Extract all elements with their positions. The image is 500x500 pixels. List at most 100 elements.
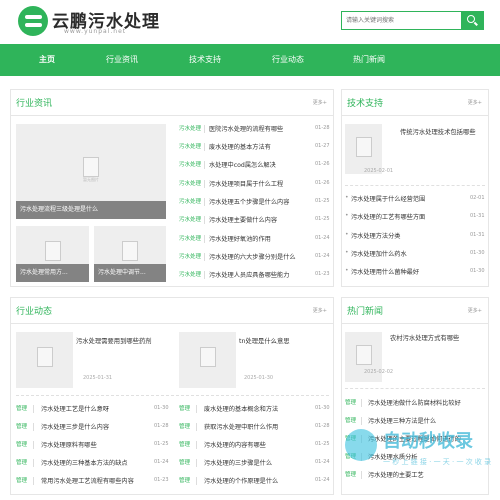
watermark-subtitle: 一 秒 上 链 接 · 一 天 · 一 次 收 录 (383, 458, 492, 466)
image-caption[interactable]: 污水处理流程三级处理是什么 (16, 201, 166, 219)
list-item-title[interactable]: 污水处理的工艺有哪些方面 (351, 212, 461, 221)
list-item-title[interactable]: 污水处理方法分类 (351, 231, 461, 240)
category-tag[interactable]: 污水处理 (179, 124, 201, 132)
list-item-title[interactable]: 污水处理项目属于什么工程 (209, 179, 314, 188)
category-tag[interactable]: 管理 (345, 416, 356, 424)
site-logo[interactable]: 云鹏污水处理 www.yunpal.net (18, 6, 159, 38)
list-item-title[interactable]: 污水处理的三种基本方法的缺点 (41, 458, 151, 467)
list-item-title[interactable]: 污水处理工艺是什么意呀 (41, 404, 151, 413)
list-item-title[interactable]: 污水处理池做什么防腐材料比较好 (368, 398, 486, 407)
list-item-title[interactable]: 污水处理的三步骤是什么 (204, 458, 314, 467)
list-item-title[interactable]: 污水处理属于什么经营范围 (351, 194, 461, 203)
category-tag[interactable]: 污水处理 (179, 160, 201, 168)
category-tag[interactable]: 污水处理 (179, 252, 201, 260)
list-item-date: 01-24 (315, 459, 330, 465)
list-item-date: 01-25 (315, 216, 330, 222)
category-tag[interactable]: 管理 (16, 422, 27, 430)
feature-date: 2025-01-30 (244, 375, 274, 381)
news-feature-image[interactable]: 暂无图片 污水处理流程三级处理是什么 (16, 124, 166, 219)
feature-title[interactable]: 农村污水处理方式有哪些 (390, 333, 459, 342)
tech-feature-image[interactable] (345, 124, 382, 174)
list-item-date: 01-28 (315, 423, 330, 429)
category-tag[interactable]: 管理 (179, 404, 190, 412)
industry-news-panel: 行业资讯 更多+ 暂无图片 污水处理流程三级处理是什么 污水处理常用方... 污… (10, 89, 334, 287)
list-item-title[interactable]: 获取污水处理中职什么作用 (204, 422, 314, 431)
category-tag[interactable]: 污水处理 (179, 142, 201, 150)
category-tag[interactable]: 管理 (179, 422, 190, 430)
search-input[interactable] (342, 12, 460, 29)
nav-home[interactable]: 主页 (22, 44, 72, 76)
category-tag[interactable]: 污水处理 (179, 179, 201, 187)
nav-tech-support[interactable]: 技术支持 (180, 44, 230, 76)
more-link[interactable]: 更多+ (468, 307, 482, 314)
category-tag[interactable]: 管理 (16, 440, 27, 448)
list-item-title[interactable]: 污水处理人员应具备哪些能力 (209, 270, 314, 279)
list-item-date: 01-25 (315, 198, 330, 204)
list-item-title[interactable]: 污水处理原料有哪些 (41, 440, 151, 449)
list-item-title[interactable]: 污水处理的内容有哪些 (204, 440, 314, 449)
list-item-date: 01-25 (154, 441, 169, 447)
more-link[interactable]: 更多+ (313, 307, 327, 314)
panel-title: 行业资讯 (16, 99, 53, 109)
feature-title[interactable]: 污水处理需要用到哪些药剂 (76, 336, 152, 345)
list-item-date: 01-26 (315, 180, 330, 186)
feature-date: 2025-02-02 (364, 369, 394, 375)
watermark-logo-icon (345, 429, 377, 461)
list-item-date: 01-24 (315, 253, 330, 259)
feature-title[interactable]: tn处理是什么意思 (239, 336, 290, 345)
list-item-title[interactable]: 污水处理三种方法是什么 (368, 416, 486, 425)
dynamics-feature-image[interactable] (16, 332, 73, 388)
category-tag[interactable]: 污水处理 (179, 197, 201, 205)
category-tag[interactable]: 污水处理 (179, 234, 201, 242)
list-item-title[interactable]: 污水处理三步是什么内容 (41, 422, 151, 431)
main-nav: 主页 行业资讯 技术支持 行业动态 热门新闻 (0, 44, 500, 76)
list-item-date: 01-30 (154, 405, 169, 411)
list-item-title[interactable]: 废水处理的基本概念和方法 (204, 404, 314, 413)
more-link[interactable]: 更多+ (468, 99, 482, 106)
category-tag[interactable]: 污水处理 (179, 215, 201, 223)
list-item-title[interactable]: 污水处理的六大步骤分别是什么 (209, 252, 314, 261)
list-item-title[interactable]: 污水处理五个步骤是什么内容 (209, 197, 314, 206)
list-item-date: 01-24 (315, 477, 330, 483)
feature-date: 2025-02-01 (364, 168, 394, 174)
category-tag[interactable]: 管理 (16, 404, 27, 412)
watermark: 自动秒收录 一 秒 上 链 接 · 一 天 · 一 次 收 录 (345, 425, 495, 480)
nav-industry-dynamics[interactable]: 行业动态 (263, 44, 313, 76)
list-item-title[interactable]: 污水处理的个作原理是什么 (204, 476, 314, 485)
list-item-title[interactable]: 常用污水处理工艺流程有哪些内容 (41, 476, 151, 485)
site-domain: www.yunpal.net (64, 28, 127, 35)
list-item-title[interactable]: 水处理中cod属怎么解决 (209, 160, 314, 169)
nav-industry-news[interactable]: 行业资讯 (97, 44, 147, 76)
search-box (341, 11, 484, 30)
watermark-title: 自动秒收录 (383, 431, 473, 452)
list-item-title[interactable]: 废水处理的基本方法有 (209, 142, 314, 151)
list-item-title[interactable]: 污水处理好氧池的作用 (209, 234, 314, 243)
category-tag[interactable]: 管理 (179, 440, 190, 448)
list-item-date: 02-01 (470, 195, 485, 201)
category-tag[interactable]: 管理 (179, 476, 190, 484)
image-placeholder-icon (36, 347, 53, 368)
category-tag[interactable]: 污水处理 (179, 270, 201, 278)
more-link[interactable]: 更多+ (313, 99, 327, 106)
category-tag[interactable]: 管理 (179, 458, 190, 466)
feature-title[interactable]: 传统污水处理技术包括哪些 (400, 127, 476, 136)
list-item-title[interactable]: 污水处理用什么菌种最好 (351, 267, 461, 276)
category-tag[interactable]: 管理 (345, 398, 356, 406)
image-caption[interactable]: 污水处理中调节... (94, 264, 166, 282)
image-placeholder-icon (44, 241, 61, 262)
list-item-title[interactable]: 医院污水处理的流程有哪些 (209, 124, 314, 133)
list-item-date: 01-24 (315, 235, 330, 241)
category-tag[interactable]: 管理 (16, 458, 27, 466)
list-item-date: 01-23 (315, 271, 330, 277)
nav-hot-news[interactable]: 热门新闻 (343, 44, 395, 76)
category-tag[interactable]: 管理 (16, 476, 27, 484)
news-thumb[interactable]: 污水处理常用方... (16, 226, 89, 282)
dynamics-feature-image[interactable] (179, 332, 236, 388)
image-caption[interactable]: 污水处理常用方... (16, 264, 89, 282)
list-item-title[interactable]: 污水处理主要做什么内容 (209, 215, 314, 224)
list-item-title[interactable]: 污水处理加什么药水 (351, 249, 461, 258)
image-placeholder-icon (122, 241, 138, 262)
list-item-date: 01-25 (315, 441, 330, 447)
news-thumb[interactable]: 污水处理中调节... (94, 226, 166, 282)
search-button[interactable] (461, 12, 483, 29)
